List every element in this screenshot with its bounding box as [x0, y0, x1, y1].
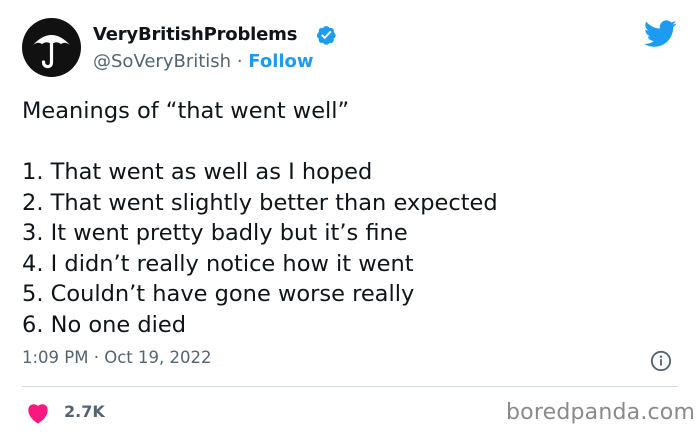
author-handle[interactable]: @SoVeryBritish — [93, 51, 231, 72]
tweet-text: Meanings of “that went well” 1. That wen… — [22, 98, 498, 338]
watermark: boredpanda.com — [506, 400, 696, 425]
author-display-name[interactable]: VeryBritishProblems — [93, 24, 297, 45]
like-count[interactable]: 2.7K — [64, 402, 105, 421]
divider — [22, 386, 678, 387]
umbrella-avatar-icon — [33, 35, 70, 69]
info-icon[interactable] — [650, 350, 672, 372]
avatar[interactable] — [22, 18, 81, 77]
follow-button[interactable]: Follow — [248, 51, 313, 72]
verified-badge-icon — [316, 26, 336, 45]
author-handle-row: @SoVeryBritish · Follow — [93, 51, 314, 72]
twitter-bird-icon[interactable] — [644, 20, 677, 48]
heart-icon[interactable] — [26, 402, 50, 424]
separator-dot: · — [236, 51, 243, 72]
tweet-timestamp[interactable]: 1:09 PM · Oct 19, 2022 — [22, 348, 211, 367]
